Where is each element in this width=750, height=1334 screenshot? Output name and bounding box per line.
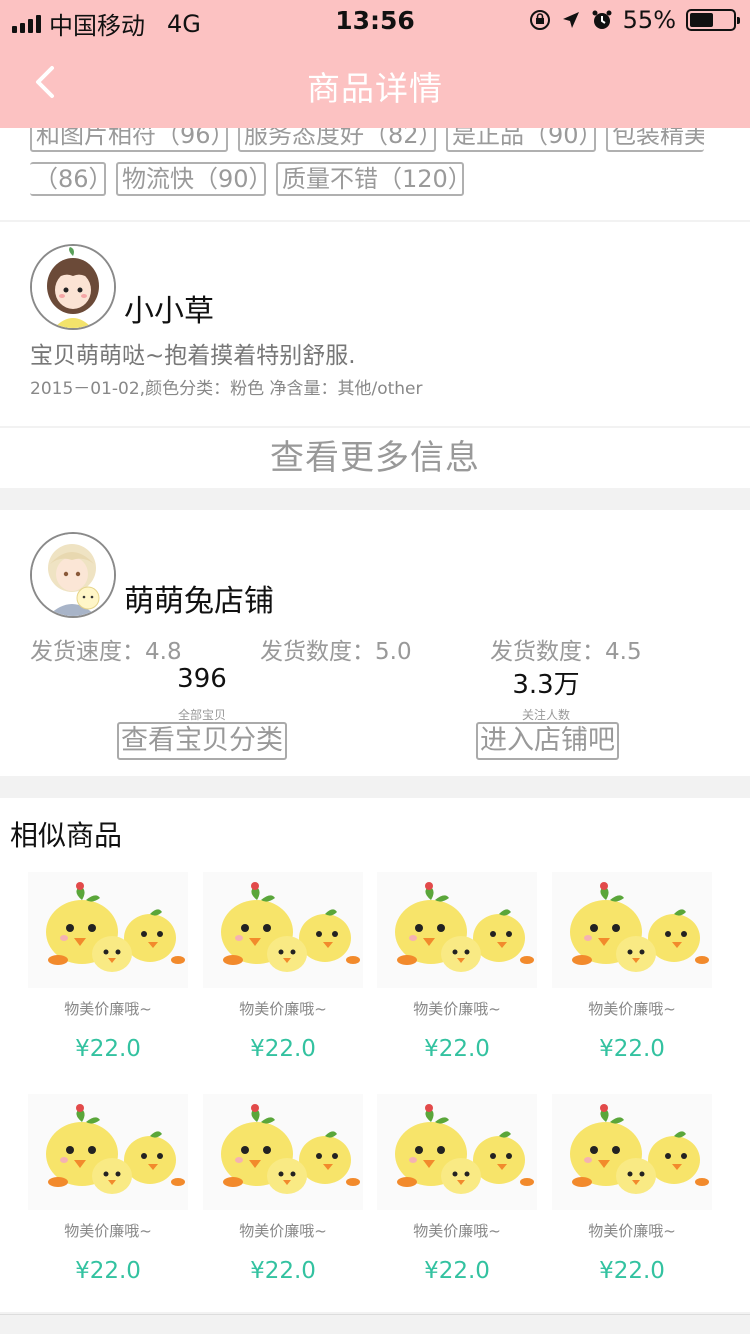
- product-description: 物美价廉哦~: [239, 1000, 327, 1018]
- product-card[interactable]: 物美价廉哦~ ¥22.0: [552, 1094, 712, 1304]
- enter-shop-button[interactable]: 进入店铺吧: [476, 722, 619, 760]
- review-meta: 2015－01-02,颜色分类：粉色 净含量：其他/other: [30, 379, 423, 399]
- product-card[interactable]: 物美价廉哦~ ¥22.0: [28, 1094, 188, 1304]
- product-card[interactable]: 物美价廉哦~ ¥22.0: [203, 872, 363, 1082]
- product-price: ¥22.0: [250, 1258, 316, 1284]
- battery-icon: [686, 9, 740, 31]
- status-right: 55%: [529, 6, 740, 34]
- more-info-button[interactable]: 查看更多信息: [0, 428, 750, 488]
- product-price: ¥22.0: [75, 1036, 141, 1062]
- section-title: 相似商品: [10, 819, 123, 852]
- reviewer-name: 小小草: [124, 294, 214, 329]
- product-description: 物美价廉哦~: [588, 1222, 676, 1240]
- shipping-speed-stat: 发货速度：4.8: [30, 632, 182, 666]
- product-image[interactable]: [28, 1094, 188, 1210]
- product-description: 物美价廉哦~: [64, 1000, 152, 1018]
- review-card: 小小草 宝贝萌萌哒~抱着摸着特别舒服. 2015－01-02,颜色分类：粉色 净…: [0, 222, 750, 426]
- shop-card: 萌萌兔店铺 发货速度：4.8 发货数度：5.0 发货数度：4.5 396 全部宝…: [0, 510, 750, 776]
- chick-toy-icon: [46, 1104, 185, 1194]
- review-tag[interactable]: 物流快（90）: [116, 162, 266, 196]
- product-image[interactable]: [377, 872, 537, 988]
- stat-label: 发货数度：: [260, 639, 375, 665]
- product-price: ¥22.0: [599, 1258, 665, 1284]
- rotation-lock-icon: [529, 10, 550, 30]
- product-description: 物美价廉哦~: [413, 1000, 501, 1018]
- chick-toy-icon: [46, 882, 185, 972]
- shipping-count-stat: 发货数度：5.0: [260, 632, 412, 666]
- product-card[interactable]: 物美价廉哦~ ¥22.0: [377, 872, 537, 1082]
- chick-toy-icon: [221, 882, 360, 972]
- chick-toy-icon: [221, 1104, 360, 1194]
- product-description: 物美价廉哦~: [413, 1222, 501, 1240]
- product-image[interactable]: [203, 1094, 363, 1210]
- view-categories-button[interactable]: 查看宝贝分类: [117, 722, 287, 760]
- girl-avatar-icon: [32, 246, 114, 328]
- stat-value: 4.5: [605, 639, 642, 665]
- chick-toy-icon: [570, 1104, 709, 1194]
- header: 中国移动 4G 13:56 55% 商品详情: [0, 0, 750, 128]
- product-price: ¥22.0: [250, 1036, 316, 1062]
- total-items-label: 全部宝贝: [177, 708, 226, 722]
- chick-toy-icon: [395, 882, 534, 972]
- product-card[interactable]: 物美价廉哦~ ¥22.0: [28, 872, 188, 1082]
- total-items-count: 396: [177, 664, 227, 694]
- boy-avatar-icon: [32, 534, 114, 616]
- chick-toy-icon: [395, 1104, 534, 1194]
- review-tag[interactable]: （86）: [30, 162, 106, 196]
- product-description: 物美价廉哦~: [64, 1222, 152, 1240]
- product-description: 物美价廉哦~: [588, 1000, 676, 1018]
- bottom-divider: [0, 1314, 750, 1334]
- location-icon: [562, 12, 579, 28]
- stat-label: 发货数度：: [490, 639, 605, 665]
- status-bar: 中国移动 4G 13:56 55%: [0, 0, 750, 40]
- chick-toy-icon: [570, 882, 709, 972]
- shop-name: 萌萌兔店铺: [124, 584, 274, 619]
- product-image[interactable]: [203, 872, 363, 988]
- product-image[interactable]: [28, 872, 188, 988]
- shipping-count-stat: 发货数度：4.5: [490, 632, 642, 666]
- shop-avatar[interactable]: [30, 532, 116, 618]
- product-image[interactable]: [552, 1094, 712, 1210]
- page-title: 商品详情: [307, 69, 443, 108]
- similar-products-section: 相似商品 物美价廉哦~ ¥22.0 物美价廉哦~ ¥22.0 物美价廉哦~ ¥2…: [0, 798, 750, 1312]
- product-image[interactable]: [377, 1094, 537, 1210]
- review-tag[interactable]: 质量不错（120）: [276, 162, 464, 196]
- followers-label: 关注人数: [521, 708, 570, 722]
- product-description: 物美价廉哦~: [239, 1222, 327, 1240]
- review-text: 宝贝萌萌哒~抱着摸着特别舒服.: [30, 343, 356, 369]
- product-price: ¥22.0: [424, 1036, 490, 1062]
- followers-count: 3.3万: [512, 670, 580, 700]
- product-card[interactable]: 物美价廉哦~ ¥22.0: [552, 872, 712, 1082]
- battery-percent: 55%: [622, 6, 676, 34]
- product-price: ¥22.0: [75, 1258, 141, 1284]
- stat-value: 5.0: [375, 639, 412, 665]
- product-price: ¥22.0: [424, 1258, 490, 1284]
- product-price: ¥22.0: [599, 1036, 665, 1062]
- alarm-icon: [592, 10, 612, 29]
- stat-value: 4.8: [145, 639, 182, 665]
- stat-label: 发货速度：: [30, 639, 145, 665]
- reviewer-avatar[interactable]: [30, 244, 116, 330]
- product-card[interactable]: 物美价廉哦~ ¥22.0: [203, 1094, 363, 1304]
- product-card[interactable]: 物美价廉哦~ ¥22.0: [377, 1094, 537, 1304]
- product-image[interactable]: [552, 872, 712, 988]
